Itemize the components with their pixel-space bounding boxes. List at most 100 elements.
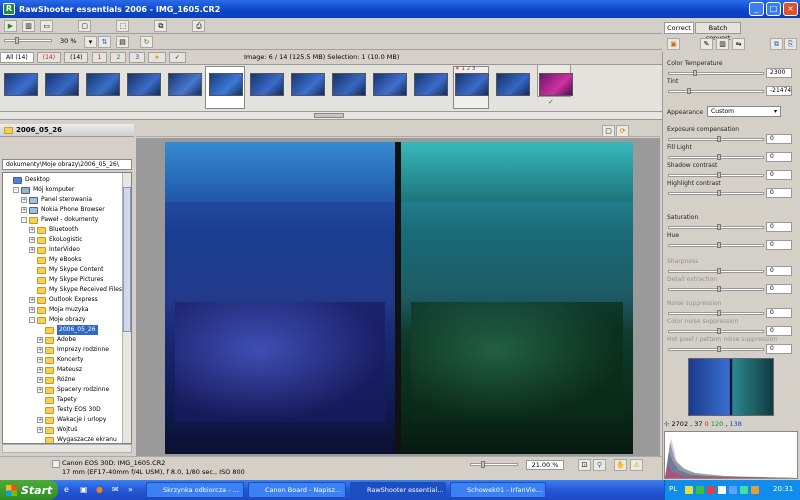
play-icon[interactable]: ▶ [4, 20, 17, 32]
expand-icon[interactable]: + [29, 297, 35, 303]
control-slider[interactable] [668, 154, 764, 160]
tree-scrollbar[interactable] [122, 173, 131, 443]
thumbnail-scrollbar[interactable] [0, 112, 662, 120]
zoom-slider[interactable] [470, 461, 518, 468]
control-slider[interactable] [668, 136, 764, 142]
refresh-icon[interactable]: ↻ [140, 36, 153, 48]
tree-item[interactable]: + Bluetooth [29, 225, 78, 235]
slider-knob[interactable] [687, 88, 691, 94]
photo-after[interactable] [401, 142, 633, 454]
tray-icon[interactable] [740, 486, 748, 494]
slider-knob[interactable] [717, 310, 721, 316]
control-value[interactable]: 0 [766, 240, 792, 250]
expand-icon[interactable]: + [21, 207, 27, 213]
expand-icon[interactable]: + [37, 367, 43, 373]
tree-item[interactable]: - Moje obrazy [29, 315, 85, 325]
collapse-icon[interactable]: - [21, 217, 27, 223]
tray-icon[interactable] [696, 486, 704, 494]
filter-priority-3[interactable]: 3 [129, 52, 146, 63]
expand-icon[interactable]: + [37, 387, 43, 393]
slider-knob[interactable] [717, 136, 721, 142]
zoom-dropdown-icon[interactable]: ▾ [84, 36, 97, 48]
control-value[interactable]: 0 [766, 308, 792, 318]
tree-item[interactable]: My eBooks [29, 255, 81, 265]
expand-icon[interactable]: + [37, 347, 43, 353]
tree-item[interactable]: + Koncerty [37, 355, 83, 365]
tree-item[interactable]: + Panel sterowania [21, 195, 92, 205]
control-slider[interactable] [668, 88, 764, 94]
view-mode-icon[interactable]: ▥ [22, 20, 36, 32]
warning-icon[interactable]: ⚠ [630, 459, 643, 471]
thumbnail[interactable] [127, 73, 161, 96]
control-value[interactable]: 0 [766, 188, 792, 198]
taskbar-item-irfanview[interactable]: Schowek01 - IrfanVie... [450, 482, 546, 498]
control-value[interactable]: 0 [766, 344, 792, 354]
control-slider[interactable] [668, 268, 764, 274]
tab-batch-convert[interactable]: Batch convert [695, 22, 741, 42]
control-value[interactable]: 0 [766, 170, 792, 180]
control-slider[interactable] [668, 70, 764, 76]
thumbnail-edited[interactable] [539, 73, 573, 96]
hand-icon[interactable]: ✋ [614, 459, 627, 471]
layout-icon[interactable]: ▭ [40, 20, 54, 32]
control-value[interactable]: 0 [766, 152, 792, 162]
tree-item[interactable]: + Nokia Phone Browser [21, 205, 105, 215]
zoom-display[interactable]: 21.00 % [526, 460, 564, 470]
tree-item[interactable]: 2006_05_26 [37, 325, 98, 335]
control-slider[interactable] [668, 172, 764, 178]
control-slider[interactable] [668, 346, 764, 352]
filter-star-icon[interactable]: ★ [148, 52, 166, 63]
settings-icon[interactable]: ▣ [667, 38, 680, 50]
slider-knob[interactable] [693, 70, 697, 76]
thumbnail[interactable] [455, 73, 489, 96]
control-value[interactable]: 2300 [766, 68, 792, 78]
control-value[interactable]: 0 [766, 222, 792, 232]
copy-icon[interactable]: ⧉ [770, 38, 783, 50]
copy-view-icon[interactable]: ▢ [602, 125, 615, 137]
thumbnail[interactable] [332, 73, 366, 96]
control-value[interactable]: -21474 [766, 86, 792, 96]
tree-item[interactable]: + Wojtuś [37, 425, 77, 435]
tree-item[interactable]: + Spacery rodzinne [37, 385, 109, 395]
control-value[interactable]: 0 [766, 266, 792, 276]
taskbar-item-browser[interactable]: Canon Board - Napisz... [248, 482, 346, 498]
expand-icon[interactable]: + [37, 377, 43, 383]
close-button[interactable]: × [783, 2, 798, 16]
tree-item[interactable]: Desktop [5, 175, 50, 185]
eyedropper-icon[interactable]: ✎ [700, 38, 713, 50]
control-slider[interactable] [668, 286, 764, 292]
control-slider[interactable] [668, 310, 764, 316]
ie-icon[interactable]: e [64, 485, 69, 494]
expand-icon[interactable]: + [29, 307, 35, 313]
expand-icon[interactable]: + [29, 247, 35, 253]
tray-icon[interactable] [729, 486, 737, 494]
tree-item[interactable]: My Skype Pictures [29, 275, 103, 285]
control-slider[interactable] [668, 190, 764, 196]
zoom-icon[interactable]: ⚲ [593, 459, 606, 471]
tree-item[interactable]: My Skype Content [29, 265, 104, 275]
thumbnail[interactable] [86, 73, 120, 96]
fit-icon[interactable]: ⊡ [578, 459, 591, 471]
tree-item[interactable]: + Różne [37, 375, 75, 385]
tree-item[interactable]: Testy EOS 30D [37, 405, 101, 415]
thumbnail[interactable] [414, 73, 448, 96]
thumbnail[interactable] [45, 73, 79, 96]
expand-icon[interactable]: + [21, 197, 27, 203]
slider-knob[interactable] [717, 224, 721, 230]
control-value[interactable]: 0 [766, 326, 792, 336]
collapse-icon[interactable]: - [13, 187, 19, 193]
flip-icon[interactable]: ⇋ [732, 38, 745, 50]
expand-icon[interactable]: + [37, 417, 43, 423]
rating-3[interactable]: 3 [472, 66, 476, 72]
tray-icon[interactable] [685, 486, 693, 494]
minimize-button[interactable]: _ [749, 2, 764, 16]
taskbar-item-mail[interactable]: Skrzynka odbiorcza - ... [146, 482, 244, 498]
rating-1[interactable]: 1 [461, 66, 465, 72]
start-button[interactable]: Start [0, 480, 58, 500]
rating-2[interactable]: 2 [467, 66, 471, 72]
filter-icon[interactable]: ▤ [116, 36, 129, 48]
filter-priority-2[interactable]: 2 [110, 52, 127, 63]
language-indicator[interactable]: PL [669, 485, 677, 493]
expand-icon[interactable]: + [37, 357, 43, 363]
thumbnail[interactable] [291, 73, 325, 96]
